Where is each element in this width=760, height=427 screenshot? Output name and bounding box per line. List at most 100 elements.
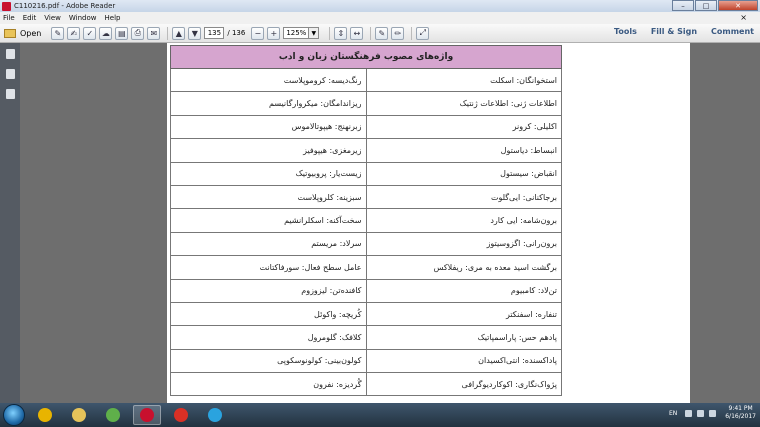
- acrobat-icon: [140, 408, 154, 422]
- menu-edit[interactable]: Edit: [23, 14, 37, 22]
- page-total: / 136: [227, 29, 246, 37]
- table-row: ریزاندامگان: میکروارگانیسم اطلاعات ژنی: ا…: [170, 91, 562, 116]
- close-button[interactable]: ✕: [718, 0, 758, 11]
- term-cell-left: رنگ‌دیسه: کروموپلاست: [170, 67, 367, 93]
- table-row: کُریچه: واکوئل تنفاره: اسفنکتر: [170, 301, 562, 327]
- page-thumbnails-icon[interactable]: [5, 49, 15, 59]
- term-cell-right: برجاکنانی: ایی‌گلوت: [365, 184, 562, 210]
- term-cell-left: سبزینه: کلروپلاست: [170, 184, 367, 210]
- term-cell-right: انبساط: دیاستول: [365, 138, 562, 163]
- edit-icon[interactable]: ✍: [67, 26, 81, 40]
- menu-view[interactable]: View: [44, 14, 61, 22]
- system-tray: EN 9:41 PM 6/16/2017: [669, 405, 756, 421]
- term-cell-right: تن‌لاد: کامبیوم: [365, 278, 562, 303]
- zoom-out-icon[interactable]: −: [251, 26, 265, 40]
- taskbar-app-chrome[interactable]: [31, 405, 59, 425]
- title-bar: C110216.pdf - Adobe Reader – □ ✕: [0, 0, 760, 12]
- comment-link[interactable]: Comment: [711, 27, 754, 36]
- email-icon[interactable]: ✉: [147, 26, 161, 40]
- term-cell-left: کلافک: گلومرول: [170, 325, 367, 350]
- menu-window[interactable]: Window: [69, 14, 97, 22]
- table-row: سرلاد: مریستم برون‌رانی: اگزوسیتوز: [170, 231, 562, 257]
- media-icon: [106, 408, 120, 422]
- term-cell-left: سخت‌آکنه: اسکلرانشیم: [170, 208, 367, 233]
- table-row: زیرمغزی: هیپوفیز انبساط: دیاستول: [170, 138, 562, 163]
- fit-page-icon[interactable]: ⇕: [334, 26, 348, 40]
- cloud-icon[interactable]: ☁: [99, 26, 113, 40]
- term-cell-right: برون‌رانی: اگزوسیتوز: [365, 231, 562, 257]
- table-row: زبرنهنج: هیپوتالاموس اکلیلی: کرونر: [170, 114, 562, 140]
- fit-width-icon[interactable]: ↔: [350, 26, 364, 40]
- term-cell-right: پاداکسنده: انتی‌اکسیدان: [365, 348, 562, 374]
- document-viewer[interactable]: واژه‌های مصوب فرهنگستان زبان و ادب رنگ‌د…: [20, 43, 760, 403]
- sign-icon[interactable]: ✓: [83, 26, 97, 40]
- flag-icon[interactable]: [685, 409, 693, 417]
- tools-link[interactable]: Tools: [614, 27, 637, 36]
- taskbar-app-telegram[interactable]: [201, 405, 229, 425]
- term-cell-left: گُردیزه: نفرون: [170, 372, 367, 397]
- start-button[interactable]: [3, 404, 25, 426]
- term-cell-right: برگشت اسید معده به مری: ریفلاکس: [365, 255, 562, 280]
- open-label: Open: [20, 28, 42, 38]
- acrobat-icon: [2, 1, 11, 11]
- document-close-button[interactable]: ×: [740, 13, 747, 22]
- table-row: کافنده‌تن: لیزوزوم تن‌لاد: کامبیوم: [170, 278, 562, 303]
- term-cell-right: استخوانگان: اسکلت: [365, 67, 562, 93]
- taskbar: EN 9:41 PM 6/16/2017: [0, 403, 760, 427]
- table-row: عامل سطح فعال: سورفاکتانت برگشت اسید معده…: [170, 255, 562, 280]
- term-cell-left: سرلاد: مریستم: [170, 231, 367, 257]
- term-cell-left: زیست‌یار: پروبیوتیک: [170, 161, 367, 186]
- term-cell-left: ریزاندامگان: میکروارگانیسم: [170, 91, 367, 116]
- taskbar-app-acrobat[interactable]: [133, 405, 161, 425]
- term-cell-left: کافنده‌تن: لیزوزوم: [170, 278, 367, 303]
- read-mode-icon[interactable]: ⤢: [416, 26, 430, 40]
- menu-help[interactable]: Help: [105, 14, 121, 22]
- highlight-icon[interactable]: ✏: [391, 26, 405, 40]
- page-down-icon[interactable]: ▼: [188, 26, 202, 40]
- term-cell-left: زبرنهنج: هیپوتالاموس: [170, 114, 367, 140]
- comment-icon[interactable]: ✎: [375, 26, 389, 40]
- term-cell-right: پادهم حس: پاراسمپاتیک: [365, 325, 562, 350]
- table-row: زیست‌یار: پروبیوتیک انقباض: سیستول: [170, 161, 562, 186]
- telegram-icon: [208, 408, 222, 422]
- term-cell-right: پژواک‌نگاری: اکوکاردیوگرافی: [365, 372, 562, 397]
- term-cell-left: عامل سطح فعال: سورفاکتانت: [170, 255, 367, 280]
- volume-icon[interactable]: [697, 409, 705, 417]
- minimize-button[interactable]: –: [672, 0, 694, 11]
- term-cell-left: کُریچه: واکوئل: [170, 301, 367, 327]
- taskbar-app-explorer[interactable]: [65, 405, 93, 425]
- chrome-icon: [38, 408, 52, 422]
- page-number-input[interactable]: 135: [204, 27, 225, 39]
- zoom-input[interactable]: 125%: [283, 27, 310, 39]
- window-title: C110216.pdf - Adobe Reader: [14, 2, 116, 10]
- table-header: واژه‌های مصوب فرهنگستان زبان و ادب: [170, 45, 562, 69]
- page-up-icon[interactable]: ▲: [172, 26, 186, 40]
- open-button[interactable]: Open: [4, 28, 42, 38]
- taskbar-app-media[interactable]: [99, 405, 127, 425]
- menu-bar: File Edit View Window Help ×: [0, 12, 760, 24]
- term-cell-left: زیرمغزی: هیپوفیز: [170, 138, 367, 163]
- menu-file[interactable]: File: [3, 14, 15, 22]
- navigation-pane: [0, 43, 20, 403]
- zoom-dropdown-icon[interactable]: ▼: [309, 27, 320, 39]
- bookmarks-icon[interactable]: [5, 69, 15, 79]
- table-row: سبزینه: کلروپلاست برجاکنانی: ایی‌گلوت: [170, 184, 562, 210]
- term-cell-left: کولون‌بینی: کولونوسکوپی: [170, 348, 367, 374]
- clock-date: 6/16/2017: [725, 413, 756, 420]
- table-row: سخت‌آکنه: اسکلرانشیم برون‌شامه: ایی کارد: [170, 208, 562, 233]
- attachments-icon[interactable]: [5, 89, 15, 99]
- clock[interactable]: 9:41 PM 6/16/2017: [725, 405, 756, 421]
- table-row: رنگ‌دیسه: کروموپلاست استخوانگان: اسکلت: [170, 67, 562, 93]
- network-icon[interactable]: [709, 409, 717, 417]
- print-icon[interactable]: ⎙: [131, 26, 145, 40]
- taskbar-app-chrome2[interactable]: [167, 405, 195, 425]
- table-row: کلافک: گلومرول پادهم حس: پاراسمپاتیک: [170, 325, 562, 350]
- maximize-button[interactable]: □: [695, 0, 717, 11]
- language-indicator[interactable]: EN: [669, 410, 677, 417]
- zoom-in-icon[interactable]: +: [267, 26, 281, 40]
- explorer-icon: [72, 408, 86, 422]
- create-pdf-icon[interactable]: ✎: [51, 26, 65, 40]
- fill-sign-link[interactable]: Fill & Sign: [651, 27, 697, 36]
- term-cell-right: انقباض: سیستول: [365, 161, 562, 186]
- save-icon[interactable]: ▤: [115, 26, 129, 40]
